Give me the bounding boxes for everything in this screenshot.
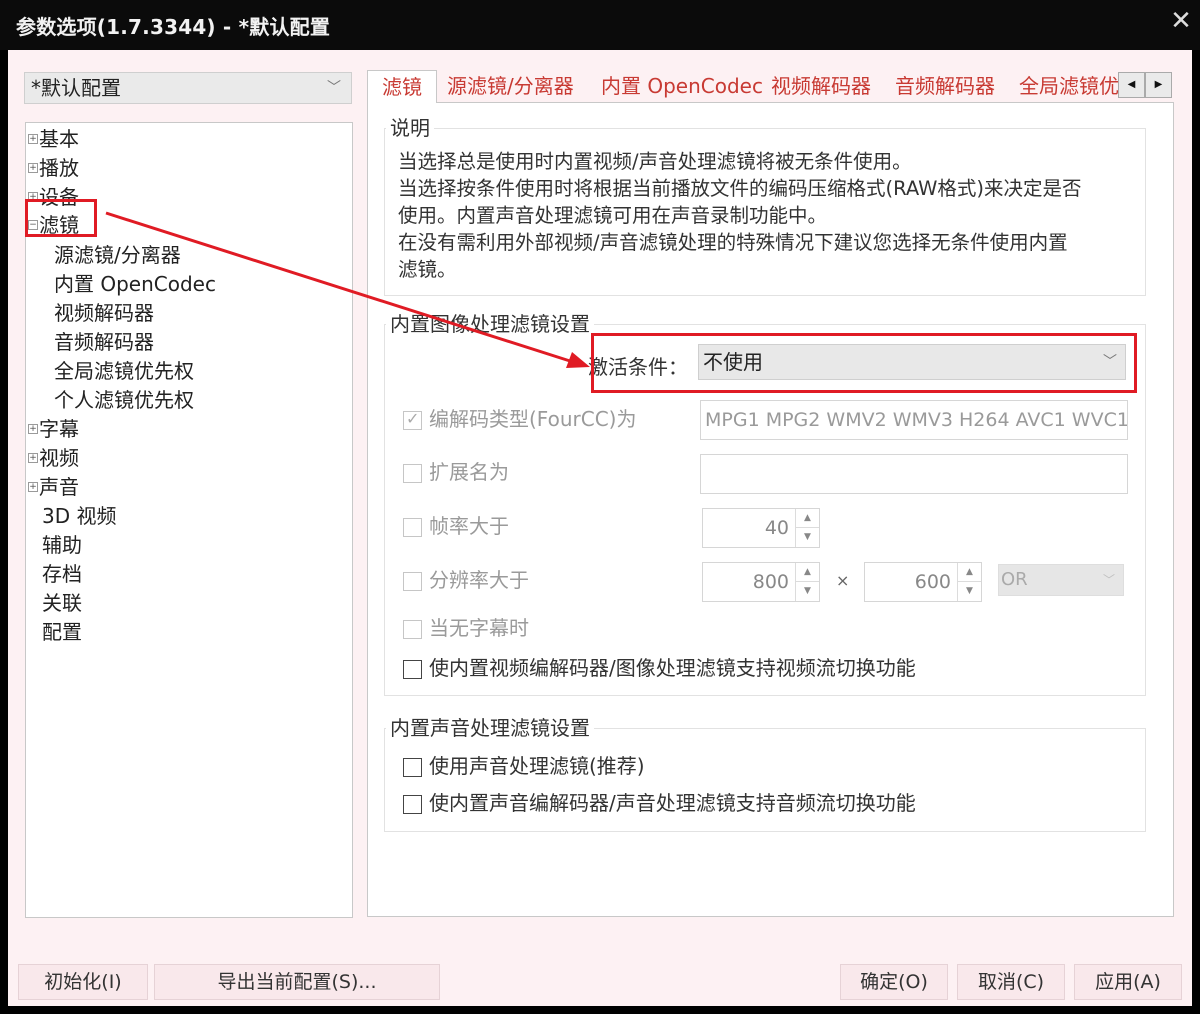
chevron-down-icon: ﹀	[1102, 573, 1115, 587]
expand-icon[interactable]: +	[28, 162, 38, 173]
resolution-operator-value: OR	[1001, 569, 1028, 590]
tab-strip: 滤镜 源滤镜/分离器 内置 OpenCodec 视频解码器 音频解码器 全局滤镜…	[367, 70, 1127, 103]
audio-stream-switch-label: 使内置声音编解码器/声音处理滤镜支持音频流切换功能	[429, 791, 916, 815]
tree-item-basic[interactable]: + 基本	[28, 125, 79, 154]
tab-video-decoder[interactable]: 视频解码器	[757, 70, 885, 103]
tab-source-filter[interactable]: 源滤镜/分离器	[433, 70, 588, 103]
resolution-checkbox[interactable]	[403, 572, 422, 591]
export-button[interactable]: 导出当前配置(S)...	[154, 964, 440, 1000]
codec-field[interactable]: MPG1 MPG2 WMV2 WMV3 H264 AVC1 WVC1	[700, 400, 1128, 440]
scroll-right-icon[interactable]: ▶	[1145, 72, 1172, 98]
fps-stepper[interactable]: 40 ▲ ▼	[702, 508, 820, 548]
window-title: 参数选项(1.7.3344) - *默认配置	[16, 15, 331, 39]
stepper-up-icon[interactable]: ▲	[795, 563, 819, 582]
resolution-operator-select[interactable]: OR ﹀	[998, 564, 1124, 596]
title-bar: 参数选项(1.7.3344) - *默认配置 ✕	[0, 0, 1200, 50]
stepper-up-icon[interactable]: ▲	[957, 563, 981, 582]
tree-item-video-decoder[interactable]: 视频解码器	[54, 299, 154, 328]
tree-item-audio-decoder[interactable]: 音频解码器	[54, 328, 154, 357]
description-line: 滤镜。	[398, 258, 457, 281]
check-icon: ✓	[406, 409, 420, 428]
settings-tree: + 基本 + 播放 + 设备 − 滤镜 源滤镜/分离器 内置 OpenCodec 视频解…	[25, 122, 353, 918]
resolution-width-value: 800	[752, 571, 789, 593]
scroll-left-icon[interactable]: ◀	[1118, 72, 1145, 98]
highlight-box-activation	[591, 333, 1137, 393]
description-line: 当选择按条件使用时将根据当前播放文件的编码压缩格式(RAW格式)来决定是否	[398, 177, 1082, 200]
tree-item-profiles[interactable]: 配置	[42, 618, 82, 647]
description-title: 说明	[386, 116, 434, 140]
fps-checkbox[interactable]	[403, 518, 422, 537]
stepper-down-icon[interactable]: ▼	[795, 582, 819, 601]
apply-button[interactable]: 应用(A)	[1074, 964, 1182, 1000]
tab-opencodec[interactable]: 内置 OpenCodec	[587, 70, 777, 103]
no-subtitle-checkbox[interactable]	[403, 620, 422, 639]
audio-filter-checkbox[interactable]	[403, 758, 422, 777]
expand-icon[interactable]: +	[28, 481, 38, 492]
stepper-down-icon[interactable]: ▼	[957, 582, 981, 601]
cancel-button[interactable]: 取消(C)	[957, 964, 1065, 1000]
ext-field[interactable]	[700, 454, 1128, 494]
stepper-down-icon[interactable]: ▼	[795, 528, 819, 547]
fps-label: 帧率大于	[429, 514, 509, 538]
tree-item-video[interactable]: + 视频	[28, 444, 79, 473]
resolution-width-stepper[interactable]: 800 ▲ ▼	[702, 562, 820, 602]
video-stream-switch-label: 使内置视频编解码器/图像处理滤镜支持视频流切换功能	[429, 656, 916, 680]
tree-item-personal-filter-priority[interactable]: 个人滤镜优先权	[54, 386, 194, 415]
expand-icon[interactable]: +	[28, 133, 38, 144]
audio-filter-title: 内置声音处理滤镜设置	[386, 716, 594, 740]
description-line: 在没有需利用外部视频/声音滤镜处理的特殊情况下建议您选择无条件使用内置	[398, 231, 1068, 254]
tree-item-archive[interactable]: 存档	[42, 560, 82, 589]
resolution-height-value: 600	[914, 571, 951, 593]
tree-item-3d-video[interactable]: 3D 视频	[42, 502, 116, 531]
description-line: 当选择总是使用时内置视频/声音处理滤镜将被无条件使用。	[398, 150, 912, 173]
dialog-client: *默认配置 ﹀ + 基本 + 播放 + 设备 − 滤镜 源滤镜/分离器 内置 OpenC…	[8, 50, 1192, 1006]
codec-label: 编解码类型(FourCC)为	[429, 407, 637, 431]
chevron-down-icon: ﹀	[327, 80, 341, 96]
audio-filter-group	[384, 728, 1146, 832]
tree-item-audio[interactable]: + 声音	[28, 473, 79, 502]
tab-scroll: ◀ ▶	[1118, 72, 1174, 98]
ok-button[interactable]: 确定(O)	[840, 964, 948, 1000]
times-sign: ×	[836, 571, 850, 590]
profile-select[interactable]: *默认配置 ﹀	[24, 72, 352, 104]
tree-item-auxiliary[interactable]: 辅助	[42, 531, 82, 560]
description-line: 使用。内置声音处理滤镜可用在声音录制功能中。	[398, 204, 828, 227]
highlight-box-tree-filters	[25, 199, 97, 237]
tree-item-opencodec[interactable]: 内置 OpenCodec	[54, 270, 216, 299]
tab-filters[interactable]: 滤镜	[367, 70, 437, 103]
stepper-up-icon[interactable]: ▲	[795, 509, 819, 528]
expand-icon[interactable]: +	[28, 452, 38, 463]
tab-global-filter-priority[interactable]: 全局滤镜优先权	[1005, 70, 1127, 103]
reset-button[interactable]: 初始化(I)	[18, 964, 148, 1000]
ext-label: 扩展名为	[429, 460, 509, 484]
fps-value: 40	[764, 517, 789, 539]
resolution-height-stepper[interactable]: 600 ▲ ▼	[864, 562, 982, 602]
resolution-label: 分辨率大于	[429, 568, 529, 592]
close-icon[interactable]: ✕	[1166, 6, 1196, 36]
expand-icon[interactable]: +	[28, 423, 38, 434]
audio-stream-switch-checkbox[interactable]	[403, 795, 422, 814]
tree-item-associations[interactable]: 关联	[42, 589, 82, 618]
tree-item-source-filter[interactable]: 源滤镜/分离器	[54, 241, 181, 270]
audio-filter-label: 使用声音处理滤镜(推荐)	[429, 754, 645, 778]
video-filter-title: 内置图像处理滤镜设置	[386, 312, 594, 336]
codec-checkbox[interactable]: ✓	[403, 409, 422, 430]
video-stream-switch-checkbox[interactable]	[403, 660, 422, 679]
button-bar: 初始化(I) 导出当前配置(S)... 确定(O) 取消(C) 应用(A)	[8, 954, 1192, 1006]
tree-item-subtitles[interactable]: + 字幕	[28, 415, 79, 444]
no-subtitle-label: 当无字幕时	[429, 616, 529, 640]
tree-item-playback[interactable]: + 播放	[28, 154, 79, 183]
ext-checkbox[interactable]	[403, 464, 422, 483]
profile-select-value: *默认配置	[31, 76, 121, 100]
tree-item-global-filter-priority[interactable]: 全局滤镜优先权	[54, 357, 194, 386]
tab-audio-decoder[interactable]: 音频解码器	[881, 70, 1009, 103]
